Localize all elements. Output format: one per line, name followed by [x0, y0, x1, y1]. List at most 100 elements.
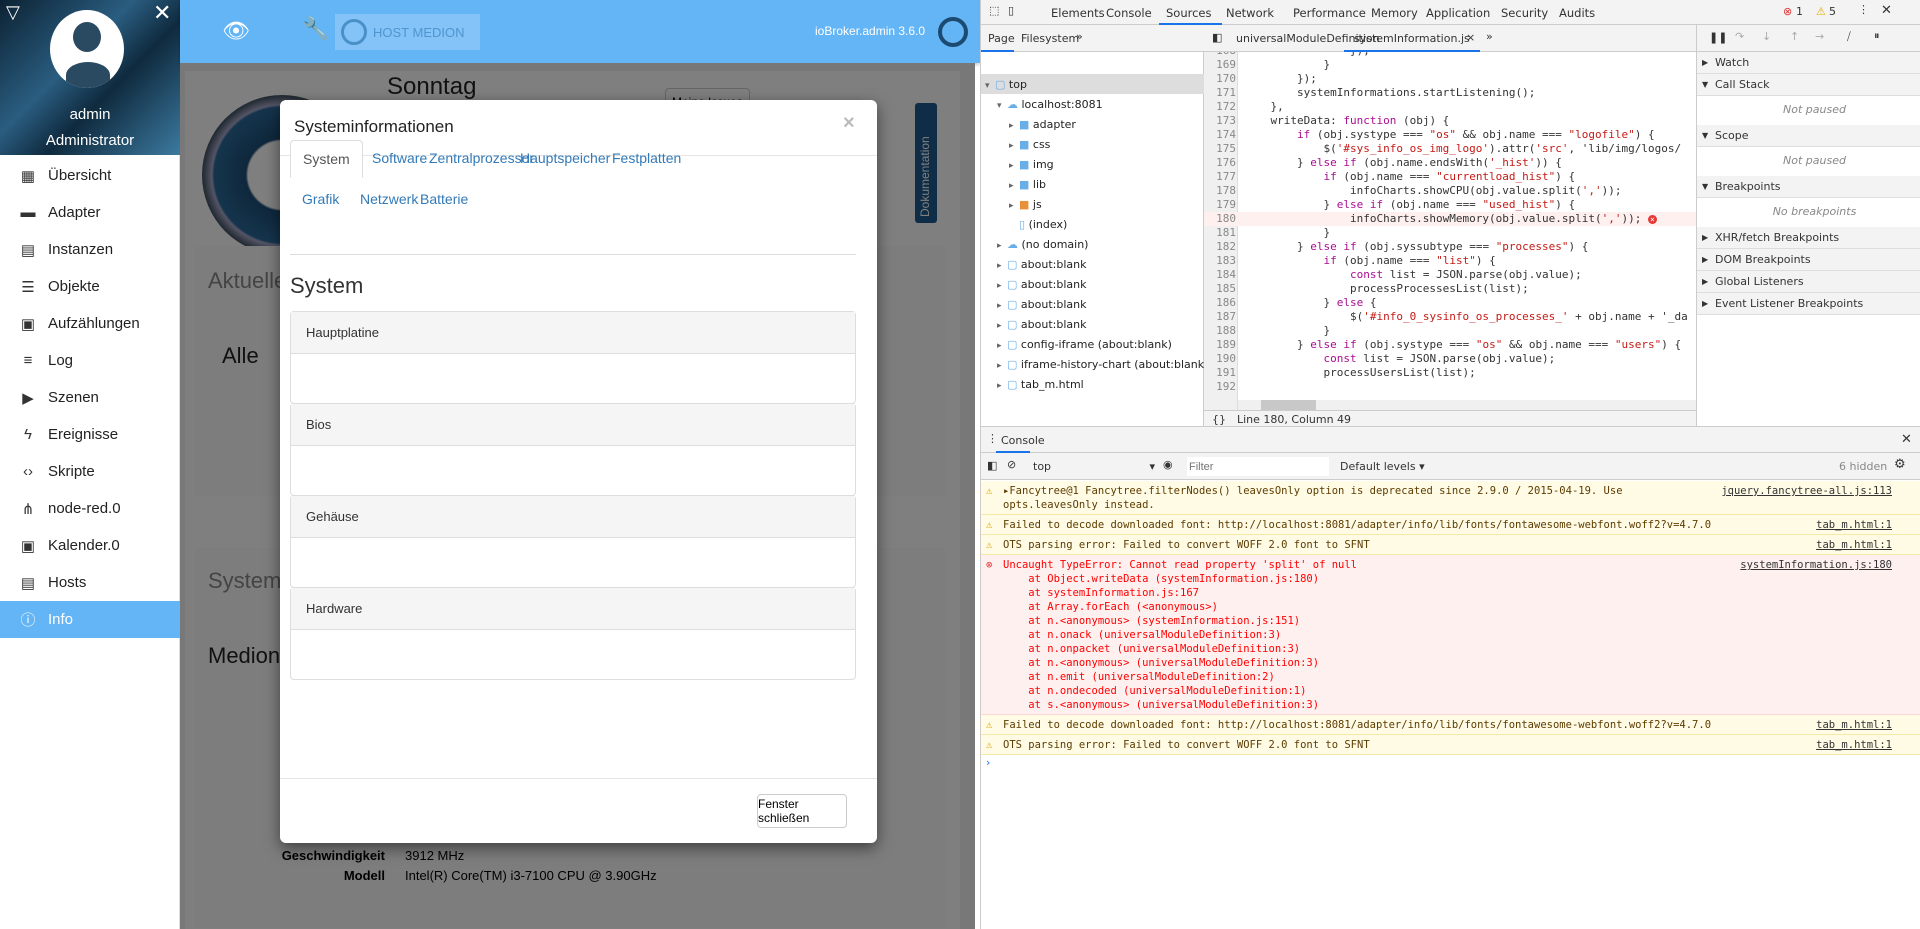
devtools-tab-performance[interactable]: Performance	[1293, 6, 1366, 20]
code-line[interactable]: 191 processUsersList(list);	[1204, 366, 1696, 380]
horizontal-scrollbar[interactable]	[1238, 400, 1696, 410]
code-line[interactable]: 189 } else if (obj.systype === "os" && o…	[1204, 338, 1696, 352]
file-tab-active[interactable]: systemInformation.js	[1354, 32, 1470, 45]
tree-item[interactable]: ▸ ▢ about:blank	[997, 258, 1086, 271]
section-call-stack[interactable]: ▼ Call Stack	[1697, 74, 1920, 96]
section-breakpoints[interactable]: ▼ Breakpoints	[1697, 176, 1920, 198]
tree-item[interactable]: ▾ ☁ localhost:8081	[997, 98, 1103, 111]
code-line[interactable]: 175 $('#sys_info_os_img_logo').attr('src…	[1204, 142, 1696, 156]
tree-item[interactable]: ▸ ▢ tab_m.html	[997, 378, 1084, 391]
toggle-navigator-icon[interactable]: ◧	[1212, 31, 1222, 44]
sidebar-item-szenen[interactable]: ▶ Szenen	[0, 379, 180, 416]
step-icon[interactable]: →	[1815, 30, 1824, 43]
sidebar-item-objekte[interactable]: ☰ Objekte	[0, 268, 180, 305]
close-icon[interactable]: ✕	[1881, 3, 1892, 18]
devtools-tab-security[interactable]: Security	[1501, 6, 1548, 20]
code-line[interactable]: 181 }	[1204, 226, 1696, 240]
inspect-icon[interactable]: ⬚	[989, 4, 999, 17]
sidebar-item-info[interactable]: ⓘ Info	[0, 601, 180, 638]
devtools-tab-memory[interactable]: Memory	[1371, 6, 1418, 20]
menu-toggle-icon[interactable]: ▽	[6, 2, 20, 23]
step-over-icon[interactable]: ↷	[1735, 30, 1744, 43]
tree-item[interactable]: ▸ ▢ about:blank	[997, 318, 1086, 331]
tree-item[interactable]: ▸ ■ css	[1009, 138, 1050, 151]
tab-page[interactable]: Page	[988, 32, 1015, 45]
sidebar-toggle-icon[interactable]: ◧	[987, 459, 997, 472]
tree-item[interactable]: ▸ ■ lib	[1009, 178, 1046, 191]
pretty-print-icon[interactable]: {}	[1212, 413, 1226, 426]
sidebar-item-log[interactable]: ≡ Log	[0, 342, 180, 379]
close-drawer-icon[interactable]: ✕	[1901, 432, 1912, 447]
tab-festplatten[interactable]: Festplatten	[600, 140, 693, 176]
code-line[interactable]: 183 if (obj.name === "list") {	[1204, 254, 1696, 268]
close-tab-icon[interactable]: ×	[1466, 31, 1475, 44]
drawer-menu-icon[interactable]: ⋮	[987, 432, 998, 445]
message-source-link[interactable]: tab_m.html:1	[1816, 718, 1892, 732]
console-prompt-icon[interactable]: ›	[986, 756, 990, 769]
tree-item[interactable]: ▸ ■ img	[1009, 158, 1054, 171]
tree-item[interactable]: ▸ ▢ iframe-history-chart (about:blank)	[997, 358, 1208, 371]
message-source-link[interactable]: jquery.fancytree-all.js:113	[1721, 484, 1892, 498]
code-line[interactable]: 173 writeData: function (obj) {	[1204, 114, 1696, 128]
tree-item[interactable]: ▸ ▢ config-iframe (about:blank)	[997, 338, 1172, 351]
step-into-icon[interactable]: ↓	[1762, 30, 1771, 43]
tree-item[interactable]: ▸ ☁ (no domain)	[997, 238, 1088, 251]
tab-grafik[interactable]: Grafik	[290, 181, 351, 217]
live-expression-icon[interactable]: ◉	[1163, 458, 1173, 471]
deactivate-breakpoints-icon[interactable]: ⧸	[1847, 30, 1851, 44]
section-event-listener-breakpoints[interactable]: ▶ Event Listener Breakpoints	[1697, 293, 1920, 315]
host-button[interactable]: HOST MEDION	[335, 14, 480, 50]
devtools-tab-audits[interactable]: Audits	[1559, 6, 1595, 20]
step-out-icon[interactable]: ↑	[1790, 30, 1799, 43]
section-dom-breakpoints[interactable]: ▶ DOM Breakpoints	[1697, 249, 1920, 271]
sidebar-item-instanzen[interactable]: ▤ Instanzen	[0, 231, 180, 268]
code-line[interactable]: 179 } else if (obj.name === "used_hist")…	[1204, 198, 1696, 212]
tab-console[interactable]: Console	[1001, 434, 1045, 447]
pause-icon[interactable]: ❚❚	[1709, 31, 1727, 44]
sidebar-item-skripte[interactable]: ‹› Skripte	[0, 453, 180, 490]
devtools-tab-elements[interactable]: Elements	[1051, 6, 1105, 20]
pause-on-exceptions-icon[interactable]: ⏸	[1874, 29, 1880, 43]
close-icon[interactable]: ×	[843, 112, 855, 135]
error-count-icon[interactable]: ⊗	[1783, 5, 1792, 18]
code-line[interactable]: 180 infoCharts.showMemory(obj.value.spli…	[1204, 212, 1696, 226]
code-line[interactable]: 171 systemInformations.startListening();	[1204, 86, 1696, 100]
tab-filesystem[interactable]: Filesystem	[1021, 32, 1079, 45]
device-toolbar-icon[interactable]: ▯	[1008, 4, 1014, 17]
message-source-link[interactable]: systemInformation.js:180	[1740, 558, 1892, 572]
devtools-tab-console[interactable]: Console	[1106, 6, 1152, 20]
more-icon[interactable]: ⋮	[1858, 3, 1869, 16]
message-source-link[interactable]: tab_m.html:1	[1816, 538, 1892, 552]
warning-count-icon[interactable]: ⚠	[1816, 5, 1826, 18]
code-line[interactable]: 182 } else if (obj.syssubtype === "proce…	[1204, 240, 1696, 254]
gear-icon[interactable]: ⚙	[1894, 457, 1906, 472]
tab-system[interactable]: System	[290, 140, 363, 178]
sidebar-item-kalender-0[interactable]: ▣ Kalender.0	[0, 527, 180, 564]
code-line[interactable]: 185 processProcessesList(list);	[1204, 282, 1696, 296]
code-line[interactable]: 176 } else if (obj.name.endsWith('_hist'…	[1204, 156, 1696, 170]
devtools-tab-application[interactable]: Application	[1426, 6, 1490, 20]
tree-item[interactable]: ▸ ■ adapter	[1009, 118, 1076, 131]
tree-item[interactable]: ▯ (index)	[1009, 218, 1067, 231]
section-global-listeners[interactable]: ▶ Global Listeners	[1697, 271, 1920, 293]
more-tabs-icon[interactable]: »	[1076, 30, 1083, 43]
clear-console-icon[interactable]: ⊘	[1007, 458, 1016, 471]
section-xhr-fetch-breakpoints[interactable]: ▶ XHR/fetch Breakpoints	[1697, 227, 1920, 249]
more-tabs-icon[interactable]: »	[1486, 30, 1493, 43]
close-icon[interactable]: ✕	[153, 0, 171, 26]
tree-item[interactable]: ▾ ▢ top	[985, 78, 1027, 91]
code-line[interactable]: 184 const list = JSON.parse(obj.value);	[1204, 268, 1696, 282]
code-line[interactable]: 172 },	[1204, 100, 1696, 114]
wrench-icon[interactable]: 🔧	[302, 16, 329, 42]
tree-item[interactable]: ▸ ▢ about:blank	[997, 278, 1086, 291]
code-line[interactable]: 174 if (obj.systype === "os" && obj.name…	[1204, 128, 1696, 142]
sidebar-item-hosts[interactable]: ▤ Hosts	[0, 564, 180, 601]
code-line[interactable]: 187 $('#info_0_sysinfo_os_processes_' + …	[1204, 310, 1696, 324]
message-source-link[interactable]: tab_m.html:1	[1816, 518, 1892, 532]
context-select[interactable]: top ▾	[1033, 460, 1155, 473]
code-line[interactable]: 186 } else {	[1204, 296, 1696, 310]
code-line[interactable]: 188 }	[1204, 324, 1696, 338]
levels-select[interactable]: Default levels ▾	[1340, 460, 1425, 473]
code-line[interactable]: 192	[1204, 380, 1696, 394]
sidebar-item-node-red-0[interactable]: ⋔ node-red.0	[0, 490, 180, 527]
